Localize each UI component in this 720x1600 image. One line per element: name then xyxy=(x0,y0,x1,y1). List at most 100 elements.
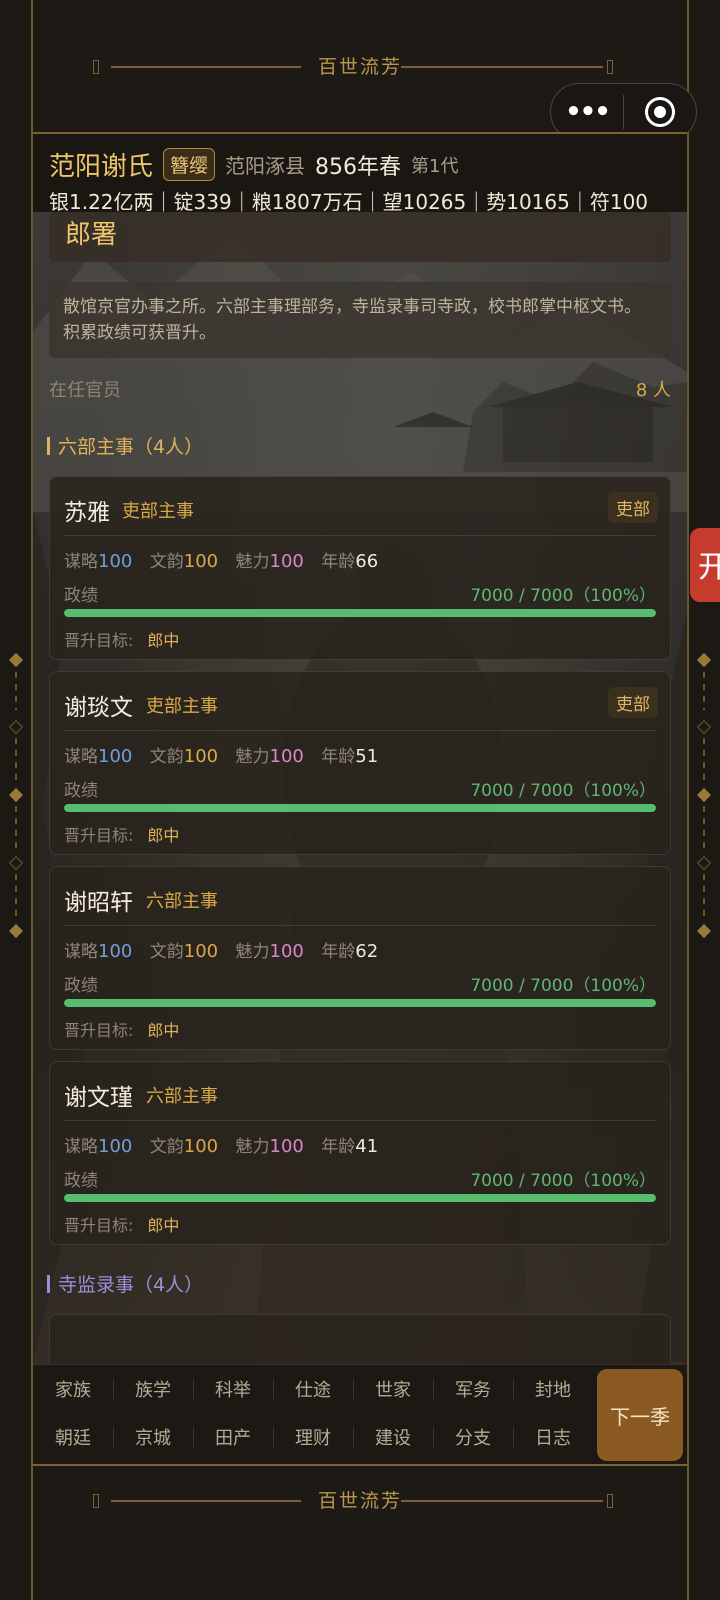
strategy-value: 100 xyxy=(98,941,133,962)
resource-bar: 银1.22亿两｜锭339｜粮1807万石｜望10265｜势10165｜符100 xyxy=(49,190,649,214)
promotion-target: 郎中 xyxy=(147,1021,180,1040)
promotion-row: 晋升目标: 郎中 xyxy=(64,1212,179,1236)
generation: 第1代 xyxy=(411,155,459,177)
card-divider xyxy=(64,730,656,731)
literary-label: 文韵 xyxy=(149,1137,184,1157)
official-card[interactable]: 谢琰文 吏部主事 吏部 谋略100 文韵100 魅力100 年龄51 政绩 70… xyxy=(49,671,671,855)
promotion-label: 晋升目标: xyxy=(64,1216,134,1235)
clan-header: 范阳谢氏 簪缨 范阳涿县 856年春 第1代 银1.22亿两｜锭339｜粮180… xyxy=(33,132,687,214)
side-open-tab[interactable]: 开 xyxy=(690,528,720,602)
merit-progress-fill xyxy=(64,609,656,617)
official-card-partial[interactable] xyxy=(49,1314,671,1364)
card-divider xyxy=(64,925,656,926)
promotion-target: 郎中 xyxy=(147,826,180,845)
age-label: 年龄 xyxy=(321,747,356,767)
nav-item-clan-school[interactable]: 族学 xyxy=(113,1365,193,1413)
group-title-ministry: 六部主事（4人） xyxy=(47,432,203,459)
literary-value: 100 xyxy=(183,1136,219,1157)
literary-value: 100 xyxy=(183,746,219,767)
age-label: 年龄 xyxy=(321,552,356,572)
official-stats: 谋略100 文韵100 魅力100 年龄66 xyxy=(64,547,390,572)
right-ornament xyxy=(694,650,714,940)
section-description: 散馆京官办事之所。六部主事理部务，寺监录事司寺政，校书郎掌中枢文书。积累政绩可获… xyxy=(49,282,671,358)
left-ornament xyxy=(6,650,26,940)
official-post: 六部主事 xyxy=(146,1086,218,1107)
more-dots-icon[interactable]: ••• xyxy=(551,97,623,127)
age-value: 62 xyxy=(355,941,379,962)
age-value: 41 xyxy=(355,1136,379,1157)
official-name: 谢文瑾 xyxy=(64,1085,133,1111)
merit-value: 7000 / 7000（100%） xyxy=(470,586,656,606)
nav-item-exam[interactable]: 科举 xyxy=(193,1365,273,1413)
official-card[interactable]: 苏雅 吏部主事 吏部 谋略100 文韵100 魅力100 年龄66 政绩 700… xyxy=(49,476,671,660)
merit-progress-bar xyxy=(64,804,656,812)
section-header: 郎署 xyxy=(49,212,671,262)
charm-label: 魅力 xyxy=(235,942,270,962)
staff-count: 8 人 xyxy=(635,380,671,401)
card-divider xyxy=(64,1120,656,1121)
merit-progress-bar xyxy=(64,1194,656,1202)
promotion-row: 晋升目标: 郎中 xyxy=(64,627,179,651)
literary-value: 100 xyxy=(183,551,219,572)
nav-item-fief[interactable]: 封地 xyxy=(513,1365,593,1413)
charm-label: 魅力 xyxy=(235,747,270,767)
charm-label: 魅力 xyxy=(235,1137,270,1157)
strategy-label: 谋略 xyxy=(64,1137,98,1157)
staff-summary: 在任官员 8 人 xyxy=(49,376,671,402)
merit-label: 政绩 xyxy=(64,976,98,996)
promotion-target: 郎中 xyxy=(147,1216,180,1235)
charm-value: 100 xyxy=(269,1136,304,1157)
strategy-value: 100 xyxy=(98,1136,133,1157)
banner-line-right xyxy=(401,1500,603,1502)
official-name: 苏雅 xyxy=(64,500,110,526)
target-icon[interactable] xyxy=(624,97,696,127)
promotion-label: 晋升目标: xyxy=(64,631,134,650)
banner-line-right xyxy=(401,66,603,68)
age-label: 年龄 xyxy=(321,942,356,962)
literary-label: 文韵 xyxy=(149,552,184,572)
charm-value: 100 xyxy=(269,746,304,767)
age-label: 年龄 xyxy=(321,1137,356,1157)
card-divider xyxy=(64,535,656,536)
promotion-target: 郎中 xyxy=(147,631,180,650)
nav-item-career[interactable]: 仕途 xyxy=(273,1365,353,1413)
charm-value: 100 xyxy=(269,941,304,962)
group-title-court: 寺监录事（4人） xyxy=(47,1270,203,1297)
official-card[interactable]: 谢昭轩 六部主事 谋略100 文韵100 魅力100 年龄62 政绩 7000 … xyxy=(49,866,671,1050)
merit-label: 政绩 xyxy=(64,1171,98,1191)
official-name: 谢琰文 xyxy=(64,695,133,721)
literary-label: 文韵 xyxy=(149,942,184,962)
department-badge: 吏部 xyxy=(608,687,658,718)
merit-progress-bar xyxy=(64,999,656,1007)
strategy-label: 谋略 xyxy=(64,747,98,767)
official-post: 六部主事 xyxy=(146,891,218,912)
strategy-label: 谋略 xyxy=(64,552,98,572)
merit-progress-fill xyxy=(64,804,656,812)
merit-value: 7000 / 7000（100%） xyxy=(470,781,656,801)
merit-label: 政绩 xyxy=(64,781,98,801)
nav-item-military[interactable]: 军务 xyxy=(433,1365,513,1413)
strategy-label: 谋略 xyxy=(64,942,98,962)
nav-item-noble-houses[interactable]: 世家 xyxy=(353,1365,433,1413)
clan-name: 范阳谢氏 xyxy=(49,152,154,182)
age-value: 51 xyxy=(355,746,379,767)
promotion-label: 晋升目标: xyxy=(64,826,134,845)
strategy-value: 100 xyxy=(98,551,133,572)
literary-value: 100 xyxy=(183,941,219,962)
merit-label: 政绩 xyxy=(64,586,98,606)
charm-value: 100 xyxy=(269,551,304,572)
staff-label: 在任官员 xyxy=(49,380,121,401)
official-post: 吏部主事 xyxy=(122,501,194,522)
nav-row-1: 家族 族学 科举 仕途 世家 军务 封地 xyxy=(33,1365,593,1413)
official-stats: 谋略100 文韵100 魅力100 年龄41 xyxy=(64,1132,390,1157)
current-year: 856年春 xyxy=(315,154,402,180)
strategy-value: 100 xyxy=(98,746,133,767)
merit-value: 7000 / 7000（100%） xyxy=(470,976,656,996)
official-stats: 谋略100 文韵100 魅力100 年龄51 xyxy=(64,742,390,767)
literary-label: 文韵 xyxy=(149,747,184,767)
merit-progress-fill xyxy=(64,999,656,1007)
age-value: 66 xyxy=(355,551,379,572)
official-card[interactable]: 谢文瑾 六部主事 谋略100 文韵100 魅力100 年龄41 政绩 7000 … xyxy=(49,1061,671,1245)
content-area[interactable]: 郎署 散馆京官办事之所。六部主事理部务，寺监录事司寺政，校书郎掌中枢文书。积累政… xyxy=(33,212,687,1364)
nav-item-family[interactable]: 家族 xyxy=(33,1365,113,1413)
